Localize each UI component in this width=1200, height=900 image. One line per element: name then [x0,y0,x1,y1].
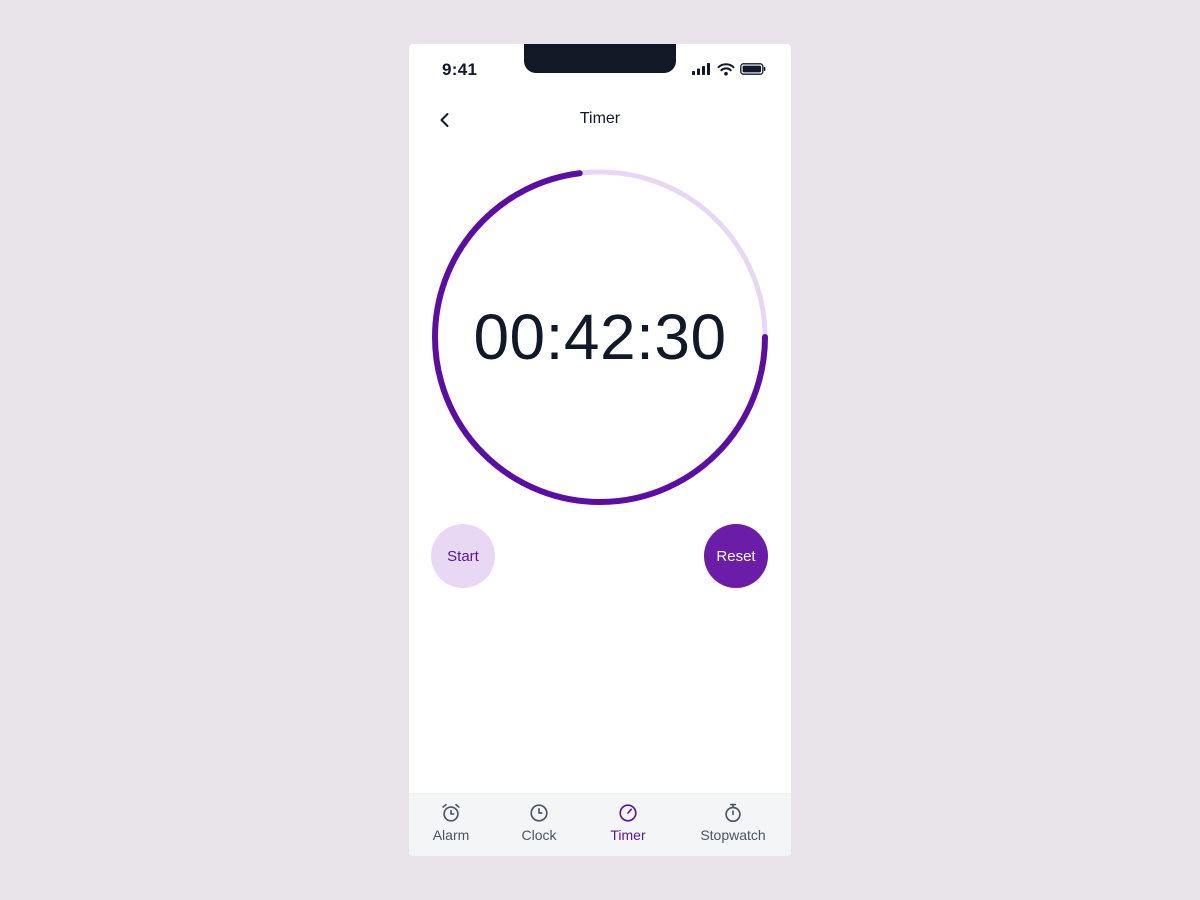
phone-screen: 9:41 Timer 00:42:30 Start Reset Alarm Cl… [409,44,791,856]
timer-icon [619,804,637,822]
page-title: Timer [579,110,621,127]
tab-timer-label: Timer [610,827,646,843]
tab-alarm-label: Alarm [432,827,470,843]
wifi-icon [717,62,735,76]
start-button[interactable]: Start [431,524,495,588]
stopwatch-icon [725,803,741,823]
status-time: 9:41 [442,60,478,79]
camera-notch [524,44,676,73]
tab-clock-label: Clock [521,827,557,843]
reset-button[interactable]: Reset [704,524,768,588]
tab-stopwatch[interactable]: Stopwatch [693,794,773,856]
tab-clock[interactable]: Clock [511,794,567,856]
signal-icon [691,62,711,76]
tab-alarm[interactable]: Alarm [423,794,479,856]
status-icons [691,62,767,76]
alarm-clock-icon [442,803,460,822]
battery-icon [740,62,766,76]
bottom-tab-bar: Alarm Clock Timer Stopwatch [409,793,791,856]
tab-stopwatch-label: Stopwatch [700,827,766,843]
clock-icon [530,804,548,822]
timer-countdown-display: 00:42:30 [473,301,727,373]
tab-timer[interactable]: Timer [600,794,656,856]
